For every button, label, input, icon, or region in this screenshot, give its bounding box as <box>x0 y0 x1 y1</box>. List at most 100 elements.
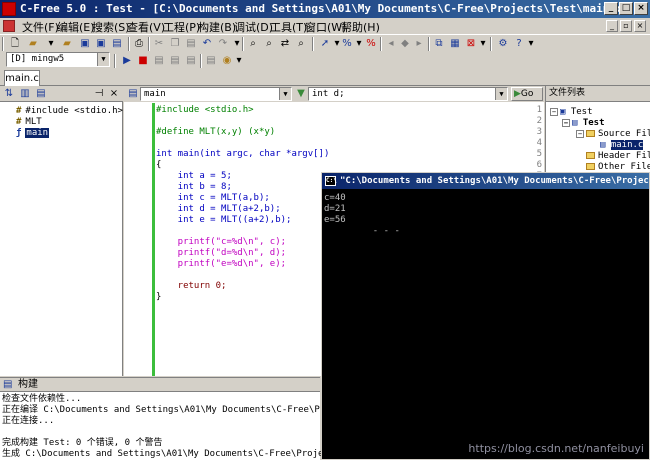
build-line[interactable]: 生成 C:\Documents and Settings\A01\My Docu… <box>2 449 323 460</box>
filter-icon[interactable]: ▥ <box>18 87 32 100</box>
window-tile-icon[interactable]: ▦ <box>448 37 462 50</box>
console-icon[interactable]: C:\ <box>325 176 337 186</box>
mdi-minimize-button[interactable]: _ <box>606 20 618 32</box>
find-in-files-icon[interactable]: ⌕ <box>294 37 308 50</box>
code-line[interactable]: printf("d=%d\n", d); <box>156 248 286 259</box>
c-file-icon: ▤ <box>600 140 606 150</box>
chevron-down-icon[interactable]: ▼ <box>279 88 291 100</box>
collapse-icon[interactable]: − <box>550 107 558 116</box>
build-tab[interactable]: ▤ 构建 <box>0 378 320 392</box>
class-item-mlt[interactable]: # MLT <box>16 117 42 128</box>
find-next-icon[interactable]: ⌕ <box>262 37 276 50</box>
compile-icon[interactable]: ▤ <box>152 54 166 67</box>
menu-help[interactable]: 帮助(H) <box>341 19 380 35</box>
copy-icon[interactable]: ❐ <box>168 37 182 50</box>
redo-icon[interactable]: ↷ <box>216 37 230 50</box>
open-folder-icon[interactable]: ▰ <box>26 37 40 50</box>
save-icon[interactable]: ▣ <box>78 37 92 50</box>
build-line[interactable]: 完成构建 Test: 0 个错误, 0 个警告 <box>2 438 162 449</box>
compiler-select[interactable]: [D] mingw5 ▼ <box>6 52 110 67</box>
new-file-icon[interactable]: 🗋 <box>8 37 22 50</box>
code-line[interactable]: printf("e=%d\n", e); <box>156 259 286 270</box>
class-view-panel: ⇅ ▥ ▤ ⊣ × # #include <stdio.h> # MLT ƒ main <box>0 86 123 376</box>
settings-icon[interactable]: ⚙ <box>496 37 510 50</box>
help-dropdown-icon[interactable]: ▾ <box>524 37 538 50</box>
open-recent-icon[interactable]: ▾ <box>44 37 58 50</box>
window-dropdown-icon[interactable]: ▾ <box>476 37 490 50</box>
print-icon[interactable]: ⎙ <box>132 37 146 50</box>
clear-bookmarks-icon[interactable]: % <box>364 37 378 50</box>
code-line[interactable]: } <box>156 292 161 303</box>
mdi-close-button[interactable]: × <box>634 20 646 32</box>
code-line[interactable]: return 0; <box>156 281 227 292</box>
code-line[interactable]: int b = 8; <box>156 182 232 193</box>
build-line[interactable]: 正在编译 C:\Documents and Settings\A01\My Do… <box>2 405 325 416</box>
close-button[interactable]: × <box>634 2 648 15</box>
collapse-icon[interactable]: − <box>576 129 584 138</box>
collapse-icon[interactable]: − <box>562 118 570 127</box>
code-line[interactable]: int a = 5; <box>156 171 232 182</box>
folder-header-files[interactable]: Header Files <box>586 151 650 162</box>
menu-debug[interactable]: 调试(D) <box>234 19 273 35</box>
menu-view[interactable]: 查看(V) <box>127 19 165 35</box>
project-node[interactable]: − ▤ Test <box>562 118 605 129</box>
symbol-select[interactable]: int d; ▼ <box>308 87 508 101</box>
code-line[interactable]: int d = MLT(a+2,b); <box>156 204 281 215</box>
rebuild-icon[interactable]: ▤ <box>184 54 198 67</box>
forward-icon[interactable]: ◆ <box>398 37 412 50</box>
save-all-icon[interactable]: ▣ <box>94 37 108 50</box>
folder-source-files[interactable]: − Source Files <box>576 129 650 140</box>
close-file-icon[interactable]: ▤ <box>110 37 124 50</box>
window-cascade-icon[interactable]: ⧉ <box>432 37 446 50</box>
code-line[interactable]: int e = MLT((a+2),b); <box>156 215 292 226</box>
app-icon[interactable] <box>2 2 16 16</box>
go-button[interactable]: ▶Go <box>511 87 543 101</box>
run-icon[interactable]: ▶ <box>120 54 134 67</box>
panel-close-icon[interactable]: × <box>107 87 121 100</box>
maximize-button[interactable]: □ <box>619 2 633 15</box>
code-line[interactable]: #define MLT(x,y) (x*y) <box>156 127 275 138</box>
view-icon[interactable]: ▤ <box>34 87 48 100</box>
pin-icon[interactable]: ⊣ <box>92 87 106 100</box>
file-main-c[interactable]: ▤ main.c <box>600 140 644 151</box>
code-line[interactable]: int c = MLT(a,b); <box>156 193 270 204</box>
menu-search[interactable]: 搜索(S) <box>92 19 130 35</box>
forward-dropdown-icon[interactable]: ▸ <box>412 37 426 50</box>
document-icon[interactable] <box>3 20 15 32</box>
minimize-button[interactable]: _ <box>604 2 618 15</box>
stop-icon[interactable]: ■ <box>136 54 150 67</box>
code-line[interactable]: #include <stdio.h> <box>156 105 254 116</box>
code-line[interactable]: { <box>156 160 161 171</box>
chevron-down-icon[interactable]: ▼ <box>495 88 507 100</box>
sort-icon[interactable]: ⇅ <box>2 87 16 100</box>
undo-icon[interactable]: ↶ <box>200 37 214 50</box>
menu-edit[interactable]: 编辑(E) <box>57 19 95 35</box>
class-item-main[interactable]: ƒ main <box>16 128 50 139</box>
find-icon[interactable]: ⌕ <box>246 37 260 50</box>
debug-dropdown-icon[interactable]: ▾ <box>232 54 246 67</box>
code-line[interactable]: printf("c=%d\n", c); <box>156 237 286 248</box>
menu-tools[interactable]: 工具(T) <box>270 19 307 35</box>
class-item-include[interactable]: # #include <stdio.h> <box>16 106 123 117</box>
cut-icon[interactable]: ✂ <box>152 37 166 50</box>
debug-icon[interactable]: ▤ <box>204 54 218 67</box>
menu-build[interactable]: 构建(B) <box>198 19 236 35</box>
line-number: 2 <box>536 116 542 126</box>
menu-project[interactable]: 工程(P) <box>163 19 200 35</box>
console-title-bar[interactable]: C:\ "C:\Documents and Settings\A01\My Do… <box>322 173 649 189</box>
back-icon[interactable]: ◂ <box>384 37 398 50</box>
mdi-restore-button[interactable]: ▫ <box>620 20 632 32</box>
menu-file[interactable]: 文件(F) <box>22 19 59 35</box>
build-line[interactable]: 正在连接... <box>2 416 54 427</box>
open-project-icon[interactable]: ▰ <box>60 37 74 50</box>
replace-icon[interactable]: ⇄ <box>278 37 292 50</box>
code-line[interactable]: int main(int argc, char *argv[]) <box>156 149 329 160</box>
build-icon[interactable]: ▤ <box>168 54 182 67</box>
build-line[interactable]: 检查文件依赖性... <box>2 394 81 405</box>
console-window[interactable]: C:\ "C:\Documents and Settings\A01\My Do… <box>321 172 650 460</box>
paste-icon[interactable]: ▤ <box>184 37 198 50</box>
scope-select[interactable]: main ▼ <box>140 87 292 101</box>
tab-main-c[interactable]: main.c <box>4 70 40 86</box>
chevron-down-icon[interactable]: ▼ <box>97 53 109 66</box>
project-root[interactable]: − ▣ Test <box>550 107 593 118</box>
